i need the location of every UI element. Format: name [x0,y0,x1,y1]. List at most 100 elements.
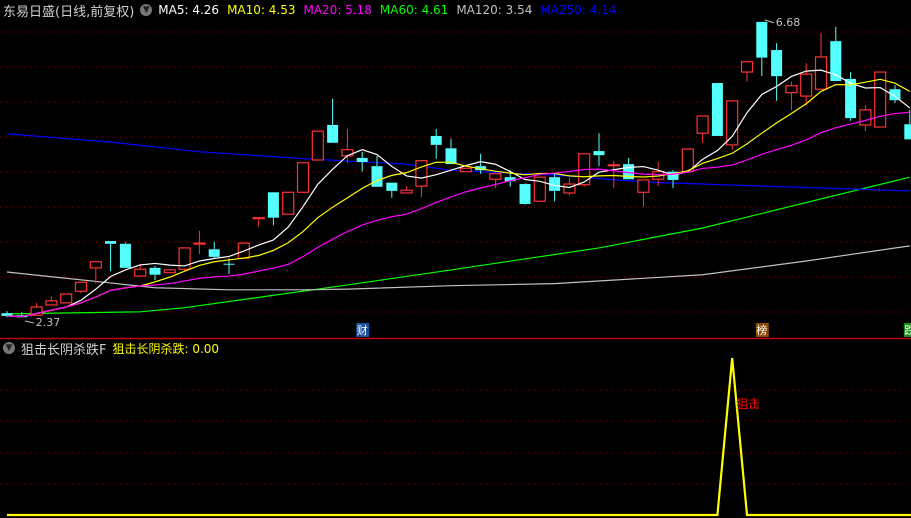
candle-body [859,109,872,126]
event-marker-label: 榜 [756,323,767,337]
candle-body [785,85,798,94]
candle [311,130,324,161]
candle-body [105,241,117,244]
candle [475,153,487,174]
candle [296,162,310,193]
candle [74,281,88,294]
candle-body [89,261,102,269]
candle-body [726,100,739,146]
candle-body [593,151,605,156]
candle-body [223,263,235,265]
candle-body [356,157,368,163]
candle-body [800,73,813,97]
candle [282,191,295,215]
chevron-down-icon[interactable]: ▼ [140,4,153,16]
indicator-header: ▼ 狙击长阴杀跌F 狙击长阴杀跌: 0.00 [3,339,219,358]
candle-body [193,242,206,245]
low-price-label: 2.37 [36,316,61,329]
candle [696,115,709,143]
candle-body [771,50,783,77]
candle [859,105,872,132]
candle [756,21,768,77]
candle-body [740,61,754,73]
candle [607,160,620,189]
event-marker[interactable]: 财 [356,323,370,337]
candle [149,265,161,281]
candle-body [311,130,324,161]
event-marker-label: 跌 [904,323,911,337]
candle [386,182,398,198]
high-price-label: 6.68 [776,16,801,29]
candle [208,241,220,259]
main-chart-header: 东易日盛(日线,前复权) ▼ MA5: 4.26 MA10: 4.53 MA20: … [3,1,624,20]
candle-body [327,124,339,143]
candle [830,26,842,81]
annotation-arrow [24,320,34,324]
candle [400,186,413,194]
ma-line-ma120 [6,245,910,291]
candle-body [296,162,310,193]
candle-body [519,184,531,204]
candle [711,83,723,136]
candle [252,217,265,227]
ma-legend-item: MA10: 4.53 [227,3,296,17]
stock-title[interactable]: 东易日盛(日线,前复权) [3,1,134,20]
candle-body [341,149,354,157]
candle [785,81,798,110]
candle [445,138,457,165]
indicator-name[interactable]: 狙击长阴杀跌F [21,339,106,358]
candlestick-chart[interactable]: 6.68 2.37 财 榜 跌狙击 [0,0,911,518]
candle [726,100,739,150]
candle [45,296,58,306]
candle-body [904,124,911,140]
ma-legend-item: MA5: 4.26 [158,3,220,17]
candle-body [386,182,398,191]
candle-body [208,249,220,257]
candle-body [371,166,383,187]
candle-body [400,189,413,194]
candle [904,109,911,140]
candle [814,32,828,90]
candle [193,230,206,255]
indicator-value-label: 狙击长阴杀跌: [112,341,193,356]
candle [771,43,783,101]
candle-body [696,115,709,134]
candle [430,129,442,159]
candle-body [814,56,828,90]
ma-line-ma10 [6,78,911,318]
candle-body [489,173,502,180]
ma-legend-item: MA120: 3.54 [456,3,533,17]
candle-body [163,269,176,274]
candle [60,293,73,304]
candle-body [415,160,428,187]
indicator-value-number: 0.00 [192,341,220,356]
indicator-value: 狙击长阴杀跌: 0.00 [112,340,219,357]
candle [459,167,472,173]
candle [327,98,339,143]
event-marker[interactable]: 榜 [755,323,769,337]
candle [800,63,813,106]
ma-legend-item: MA20: 5.18 [303,3,372,17]
indicator-line [7,357,911,517]
candle-body [149,267,161,275]
candle-body [607,164,620,167]
candle-body [74,281,88,292]
event-marker[interactable]: 跌 [903,323,911,337]
candle [89,261,102,284]
candle [341,129,354,163]
candle [267,192,279,226]
candle-body [282,191,295,215]
ma-line-ma5 [6,69,911,318]
ma-line-ma250 [6,133,910,192]
candle [549,173,561,202]
candle-body [45,300,58,306]
candle [178,247,191,272]
chevron-down-icon[interactable]: ▼ [3,342,15,354]
candle [119,242,131,268]
event-marker-label: 财 [357,323,368,337]
candle-body [134,268,147,277]
ma-legend: MA5: 4.26 MA10: 4.53 MA20: 5.18 MA60: 4.61 M… [158,3,624,17]
candle-body [430,135,442,145]
candle-body [267,192,279,218]
candle-body [459,167,472,173]
